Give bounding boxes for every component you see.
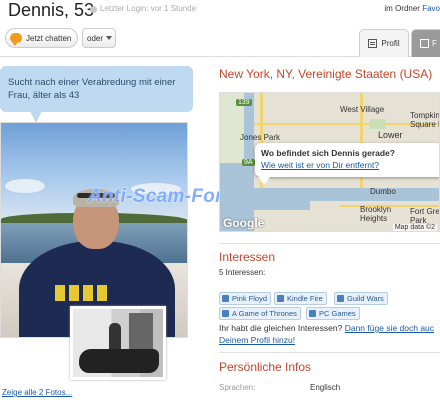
personal-info-title: Persönliche Infos xyxy=(219,360,312,374)
chevron-down-icon xyxy=(106,36,113,40)
profile-name-age: Dennis, 53 xyxy=(8,0,95,20)
more-actions-dropdown[interactable]: oder xyxy=(82,28,116,48)
photo-icon xyxy=(420,39,429,48)
chat-now-label: Jetzt chatten xyxy=(26,33,72,43)
online-status-dot xyxy=(90,6,97,13)
add-interests-link[interactable]: Dann füge sie doch auc xyxy=(345,323,434,333)
interest-label: Pink Floyd xyxy=(232,294,268,303)
section-divider xyxy=(219,243,440,244)
map-label-jones-park: Jones Park xyxy=(240,133,281,142)
map-popup-tail xyxy=(258,177,270,185)
profile-card-icon xyxy=(368,39,378,48)
interest-chip[interactable]: Guild Wars xyxy=(334,292,388,305)
map-label-brooklyn: Brooklyn xyxy=(360,205,392,214)
map-label-tompkins: Tompkins xyxy=(410,111,440,120)
map-label-west-village: West Village xyxy=(340,105,385,114)
add-interests-link-2[interactable]: Deinem Profil hinzu! xyxy=(219,335,295,345)
map-park xyxy=(370,119,386,129)
looking-for-bubble: Sucht nach einer Verabredung mit einer F… xyxy=(0,66,193,112)
same-interests-prompt: Ihr habt die gleichen Interessen? Dann f… xyxy=(219,322,440,346)
tab-fotos-label: F xyxy=(432,39,437,48)
languages-label: Sprachen: xyxy=(219,383,256,392)
interest-tag-icon xyxy=(337,295,344,302)
photo-thumbnail[interactable] xyxy=(70,306,166,380)
interest-label: PC Games xyxy=(319,309,356,318)
interests-title: Interessen xyxy=(219,250,276,264)
photo-shirt-print xyxy=(55,285,111,301)
interest-chip[interactable]: PC Games xyxy=(306,307,360,320)
last-login-status: Letzter Login: vor 1 Stunde xyxy=(100,4,197,13)
map-popup: Wo befindet sich Dennis gerade? Wie weit… xyxy=(255,143,439,177)
languages-value: Englisch xyxy=(310,383,341,392)
interest-chip[interactable]: Kindle Fire xyxy=(274,292,327,305)
tab-fotos[interactable]: F xyxy=(411,29,440,57)
tab-profil[interactable]: Profil xyxy=(359,29,409,57)
map-label-heights: Heights xyxy=(360,214,388,223)
interest-tag-icon xyxy=(222,295,229,302)
interest-chip[interactable]: A Game of Thrones xyxy=(219,307,301,320)
interest-tag-icon xyxy=(309,310,316,317)
map-route-badge: 9A xyxy=(242,159,255,166)
location-map[interactable]: 139 9A West Village Tompkins Square Park… xyxy=(219,92,440,232)
folder-info: im Ordner Favo xyxy=(384,4,440,13)
map-route-badge: 139 xyxy=(236,99,252,106)
interest-label: Guild Wars xyxy=(347,294,384,303)
chat-now-button[interactable]: Jetzt chatten xyxy=(5,28,78,48)
folder-prefix: im Ordner xyxy=(384,4,420,13)
section-divider xyxy=(219,352,440,353)
map-label-dumbo: Dumbo xyxy=(370,187,396,196)
map-label-fort-greene: Fort Greene xyxy=(410,207,440,216)
same-interests-question: Ihr habt die gleichen Interessen? xyxy=(219,323,343,333)
map-label-square-park: Square Park xyxy=(410,120,439,129)
map-data-attribution: Map data ©2 xyxy=(392,224,437,231)
folder-favorites-link[interactable]: Favo xyxy=(422,4,440,13)
interests-count: 5 Interessen: xyxy=(219,268,266,277)
location-title: New York, NY, Vereinigte Staaten (USA) xyxy=(219,67,433,81)
show-all-photos-link[interactable]: Zeige alle 2 Fotos... xyxy=(2,388,72,397)
map-label-lower: Lower xyxy=(378,130,403,140)
interest-label: A Game of Thrones xyxy=(232,309,297,318)
interest-tag-icon xyxy=(222,310,229,317)
distance-link[interactable]: Wie weit ist er von Dir entfernt? xyxy=(261,159,439,171)
chat-bubble-icon xyxy=(10,33,22,46)
interest-chip[interactable]: Pink Floyd xyxy=(219,292,272,305)
map-popup-question: Wo befindet sich Dennis gerade? xyxy=(261,148,395,158)
tab-profil-label: Profil xyxy=(381,39,400,48)
thumbnail-door xyxy=(129,313,153,353)
interest-tag-icon xyxy=(277,295,284,302)
more-actions-label: oder xyxy=(87,33,104,43)
google-logo: Google xyxy=(223,216,265,230)
interest-label: Kindle Fire xyxy=(287,294,323,303)
thumbnail-motorcycle xyxy=(79,349,159,373)
photo-cloud xyxy=(5,179,45,193)
